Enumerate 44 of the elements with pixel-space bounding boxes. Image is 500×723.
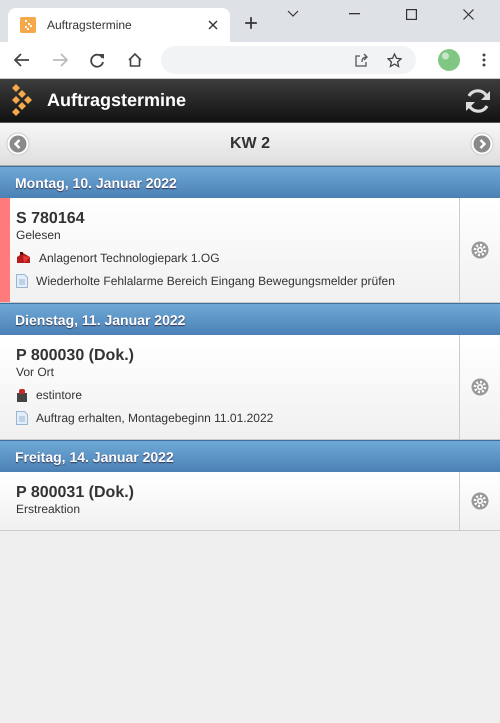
- browser-tab[interactable]: Auftragstermine: [8, 8, 230, 42]
- document-icon: [16, 274, 28, 288]
- close-icon[interactable]: [463, 8, 474, 20]
- week-label: KW 2: [230, 135, 270, 153]
- house-icon: [16, 251, 31, 264]
- settings-icon[interactable]: [471, 378, 489, 396]
- back-icon[interactable]: [14, 53, 30, 67]
- share-icon[interactable]: [354, 52, 369, 68]
- detail-text: Anlagenort Technologiepark 1.OG: [39, 250, 220, 264]
- order-status: Vor Ort: [16, 365, 56, 379]
- menu-icon[interactable]: [482, 53, 486, 67]
- refresh-icon[interactable]: [464, 86, 492, 114]
- chevron-down-icon[interactable]: [287, 10, 299, 18]
- close-icon[interactable]: [208, 20, 218, 30]
- app-logo-icon: [11, 84, 33, 118]
- appointment-row[interactable]: S 780164 Gelesen Anlagenort Technologiepark 1.OG Wiederholte Fehlalarme Bereich Eingang Bewegungsmelder prüfen: [0, 198, 500, 303]
- star-icon[interactable]: [387, 52, 402, 68]
- day-date: Montag, 10. Januar 2022: [15, 174, 177, 190]
- detail-text: Auftrag erhalten, Montagebeginn 11.01.2022: [36, 410, 274, 424]
- document-icon: [16, 410, 28, 424]
- order-number: S 780164: [16, 210, 86, 228]
- box-icon: [16, 388, 28, 402]
- app-title: Auftragstermine: [47, 90, 188, 111]
- detail-text: Wiederholte Fehlalarme Bereich Eingang Bewegungsmelder prüfen: [36, 274, 395, 288]
- day-date: Dienstag, 11. Januar 2022: [15, 312, 186, 328]
- settings-icon[interactable]: [471, 492, 489, 510]
- previous-week-button[interactable]: [6, 132, 30, 156]
- reload-icon[interactable]: [90, 52, 105, 68]
- next-week-button[interactable]: [470, 132, 494, 156]
- appointment-row[interactable]: P 800030 (Dok.) Vor Ort estintore Auftrag erhalten, Montagebeginn 11.01.2022: [0, 335, 500, 440]
- tab-title: Auftragstermine: [47, 18, 133, 32]
- new-tab-button[interactable]: +: [244, 12, 258, 36]
- appointment-row[interactable]: P 800031 (Dok.) Erstreaktion: [0, 472, 500, 531]
- order-status: Gelesen: [16, 228, 62, 242]
- order-number: P 800030 (Dok.): [16, 347, 135, 365]
- maximize-icon[interactable]: [406, 8, 417, 20]
- app-logo-icon: [20, 17, 36, 33]
- detail-text: estintore: [36, 388, 82, 402]
- order-status: Erstreaktion: [16, 502, 82, 516]
- minimize-icon[interactable]: [349, 13, 360, 15]
- day-date: Freitag, 14. Januar 2022: [15, 448, 174, 464]
- order-number: P 800031 (Dok.): [16, 484, 135, 502]
- home-icon[interactable]: [127, 52, 143, 68]
- settings-icon[interactable]: [471, 241, 489, 259]
